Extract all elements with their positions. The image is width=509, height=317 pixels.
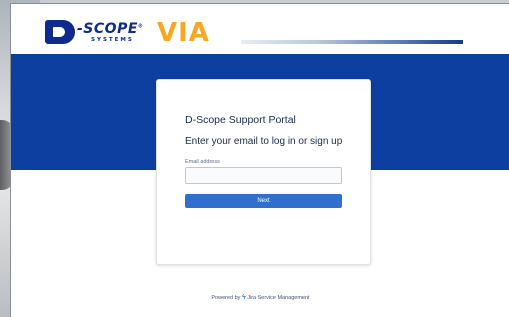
login-heading: Enter your email to log in or sign up	[185, 136, 343, 147]
jira-service-management-link[interactable]: Jira Service Management	[247, 295, 309, 301]
logo-scope-text: -SCOPE®	[77, 21, 144, 37]
browser-page: -SCOPE® SYSTEMS VIA D-Scope Support Port…	[10, 3, 509, 317]
portal-title: D-Scope Support Portal	[185, 114, 296, 126]
login-card: D-Scope Support Portal Enter your email …	[156, 79, 371, 265]
logo-via-text: VIA	[157, 18, 210, 48]
powered-by-text: Powered by	[211, 295, 241, 301]
logo-d-mark	[45, 20, 75, 44]
header-accent-bar	[241, 40, 463, 44]
logo-systems-text: SYSTEMS	[91, 37, 134, 43]
dscope-via-logo[interactable]: -SCOPE® SYSTEMS VIA	[45, 18, 245, 48]
next-button[interactable]: Next	[185, 194, 342, 208]
email-field[interactable]	[185, 167, 342, 184]
site-header: -SCOPE® SYSTEMS VIA	[11, 4, 509, 54]
jira-lightning-icon: ϟ	[241, 294, 246, 301]
email-label: Email address	[185, 159, 220, 165]
powered-by-footer: Powered by ϟ Jira Service Management	[11, 294, 509, 301]
